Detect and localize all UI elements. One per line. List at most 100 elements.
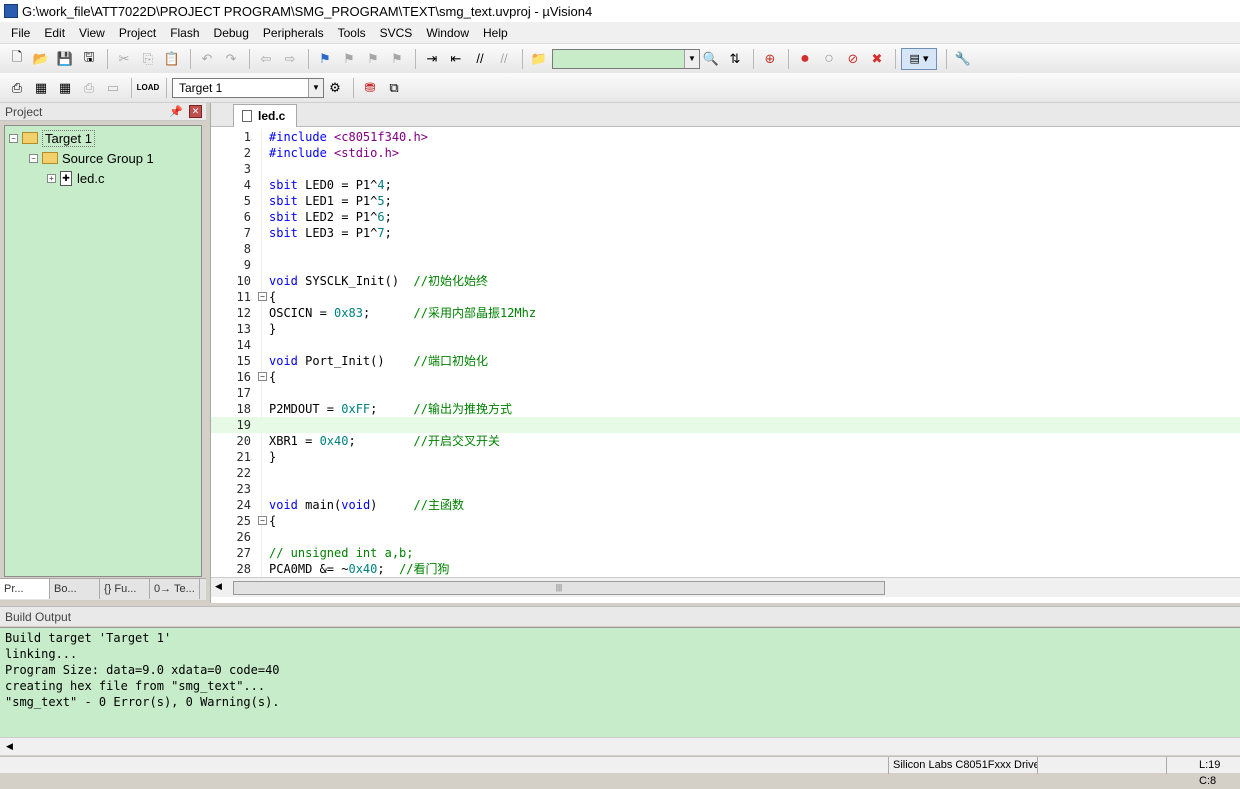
bookmark-icon[interactable]: ⚑: [314, 48, 336, 70]
code-line[interactable]: 6 sbit LED2 = P1^6;: [211, 209, 1240, 225]
scrollbar-thumb[interactable]: |||: [233, 581, 885, 595]
translate-icon[interactable]: ⎙: [6, 77, 28, 99]
enable-breakpoint-icon[interactable]: ○: [818, 48, 840, 70]
undo-icon[interactable]: ↶: [196, 48, 218, 70]
insert-breakpoint-icon[interactable]: ●: [794, 48, 816, 70]
code-line[interactable]: 4 sbit LED0 = P1^4;: [211, 177, 1240, 193]
comment-icon[interactable]: //: [469, 48, 491, 70]
download-load-icon[interactable]: LOAD: [137, 77, 160, 99]
prev-bookmark-icon[interactable]: ⚑: [338, 48, 360, 70]
chevron-down-icon[interactable]: ▼: [308, 78, 323, 97]
incremental-find-icon[interactable]: ⇅: [724, 48, 746, 70]
window-layout-button[interactable]: ▤ ▾: [901, 47, 937, 70]
code-line[interactable]: 8: [211, 241, 1240, 257]
fold-icon[interactable]: −: [258, 372, 267, 381]
menu-view[interactable]: View: [72, 24, 112, 42]
fold-icon[interactable]: −: [258, 292, 267, 301]
stop-build-icon[interactable]: ▭: [102, 77, 124, 99]
code-line[interactable]: 14: [211, 337, 1240, 353]
project-tab[interactable]: Pr...: [0, 579, 50, 599]
paste-icon[interactable]: 📋: [161, 48, 183, 70]
manage-components-icon[interactable]: ⛃: [359, 77, 381, 99]
uncomment-icon[interactable]: //: [493, 48, 515, 70]
functions-tab[interactable]: {} Fu...: [100, 579, 150, 599]
code-line[interactable]: 3: [211, 161, 1240, 177]
rebuild-icon[interactable]: ▦: [54, 77, 76, 99]
target-options-icon[interactable]: ⚙: [324, 77, 346, 99]
menu-file[interactable]: File: [4, 24, 37, 42]
code-line[interactable]: 2 #include <stdio.h>: [211, 145, 1240, 161]
code-line[interactable]: 24 void main(void) //主函数: [211, 497, 1240, 513]
new-file-icon[interactable]: 🗋: [6, 48, 28, 70]
code-line[interactable]: 27 // unsigned int a,b;: [211, 545, 1240, 561]
disable-breakpoints-icon[interactable]: ⊘: [842, 48, 864, 70]
kill-breakpoints-icon[interactable]: ✖: [866, 48, 888, 70]
file-extensions-icon[interactable]: ⧉: [383, 77, 405, 99]
code-line[interactable]: 9: [211, 257, 1240, 273]
save-icon[interactable]: 💾: [54, 48, 76, 70]
code-line[interactable]: 1 #include <c8051f340.h>: [211, 129, 1240, 145]
code-editor[interactable]: 1 #include <c8051f340.h> 2 #include <stdio.…: [211, 129, 1240, 577]
find-in-files-icon[interactable]: 📁: [528, 48, 550, 70]
nav-back-icon[interactable]: ⇦: [255, 48, 277, 70]
menu-peripherals[interactable]: Peripherals: [256, 24, 331, 42]
code-line[interactable]: 26: [211, 529, 1240, 545]
build-output-panel[interactable]: Build target 'Target 1' linking... Program…: [0, 627, 1240, 737]
collapse-icon[interactable]: −: [29, 153, 38, 163]
fold-icon[interactable]: −: [258, 516, 267, 525]
tree-item-file[interactable]: + ✚ led.c: [47, 169, 104, 187]
code-line[interactable]: 25−{: [211, 513, 1240, 529]
code-line[interactable]: 5 sbit LED1 = P1^5;: [211, 193, 1240, 209]
code-line[interactable]: 28 PCA0MD &= ~0x40; //看门狗: [211, 561, 1240, 577]
code-line[interactable]: 10 void SYSCLK_Init() //初始化始终: [211, 273, 1240, 289]
tree-item-source-group[interactable]: − Source Group 1: [29, 149, 154, 167]
clear-bookmarks-icon[interactable]: ⚑: [386, 48, 408, 70]
code-line[interactable]: 22: [211, 465, 1240, 481]
code-line[interactable]: 15 void Port_Init() //端口初始化: [211, 353, 1240, 369]
menu-window[interactable]: Window: [419, 24, 476, 42]
code-line[interactable]: 20 XBR1 = 0x40; //开启交叉开关: [211, 433, 1240, 449]
scroll-left-icon[interactable]: ◀: [215, 581, 222, 592]
target-select[interactable]: Target 1 ▼: [172, 77, 324, 98]
code-line[interactable]: 7 sbit LED3 = P1^7;: [211, 225, 1240, 241]
books-tab[interactable]: Bo...: [50, 579, 100, 599]
tab-led-c[interactable]: led.c: [233, 104, 297, 127]
menu-project[interactable]: Project: [112, 24, 163, 42]
find-icon[interactable]: 🔍: [700, 48, 722, 70]
unindent-icon[interactable]: ⇤: [445, 48, 467, 70]
code-line[interactable]: 21}: [211, 449, 1240, 465]
redo-icon[interactable]: ↷: [220, 48, 242, 70]
pin-icon[interactable]: 📌: [169, 105, 183, 118]
scroll-left-icon[interactable]: ◀: [6, 741, 13, 752]
save-all-icon[interactable]: 🖫: [78, 48, 100, 70]
menu-svcs[interactable]: SVCS: [373, 24, 420, 42]
configure-wrench-icon[interactable]: 🔧: [952, 48, 974, 70]
start-debug-icon[interactable]: ⊕: [759, 48, 781, 70]
nav-forward-icon[interactable]: ⇨: [279, 48, 301, 70]
indent-icon[interactable]: ⇥: [421, 48, 443, 70]
expand-icon[interactable]: +: [47, 173, 56, 183]
code-line[interactable]: 18 P2MDOUT = 0xFF; //输出为推挽方式: [211, 401, 1240, 417]
menu-flash[interactable]: Flash: [163, 24, 206, 42]
code-line[interactable]: 23: [211, 481, 1240, 497]
menu-debug[interactable]: Debug: [207, 24, 256, 42]
templates-tab[interactable]: 0→ Te...: [150, 579, 200, 599]
editor-horizontal-scrollbar[interactable]: ◀ |||: [211, 577, 1240, 597]
code-line[interactable]: 17: [211, 385, 1240, 401]
collapse-icon[interactable]: −: [9, 133, 18, 143]
menu-tools[interactable]: Tools: [331, 24, 373, 42]
tree-item-target[interactable]: − Target 1: [9, 129, 95, 147]
build-icon[interactable]: ▦: [30, 77, 52, 99]
close-icon[interactable]: ✕: [189, 105, 202, 118]
code-line[interactable]: 13}: [211, 321, 1240, 337]
next-bookmark-icon[interactable]: ⚑: [362, 48, 384, 70]
find-combo[interactable]: ▼: [552, 48, 700, 69]
chevron-down-icon[interactable]: ▼: [684, 49, 699, 68]
code-line[interactable]: 19: [211, 417, 1240, 433]
menu-help[interactable]: Help: [476, 24, 515, 42]
build-output-scrollbar[interactable]: ◀: [0, 737, 1240, 755]
code-line[interactable]: 12 OSCICN = 0x83; //采用内部晶振12Mhz: [211, 305, 1240, 321]
cut-icon[interactable]: ✂: [113, 48, 135, 70]
code-line[interactable]: 11−{: [211, 289, 1240, 305]
code-line[interactable]: 16−{: [211, 369, 1240, 385]
